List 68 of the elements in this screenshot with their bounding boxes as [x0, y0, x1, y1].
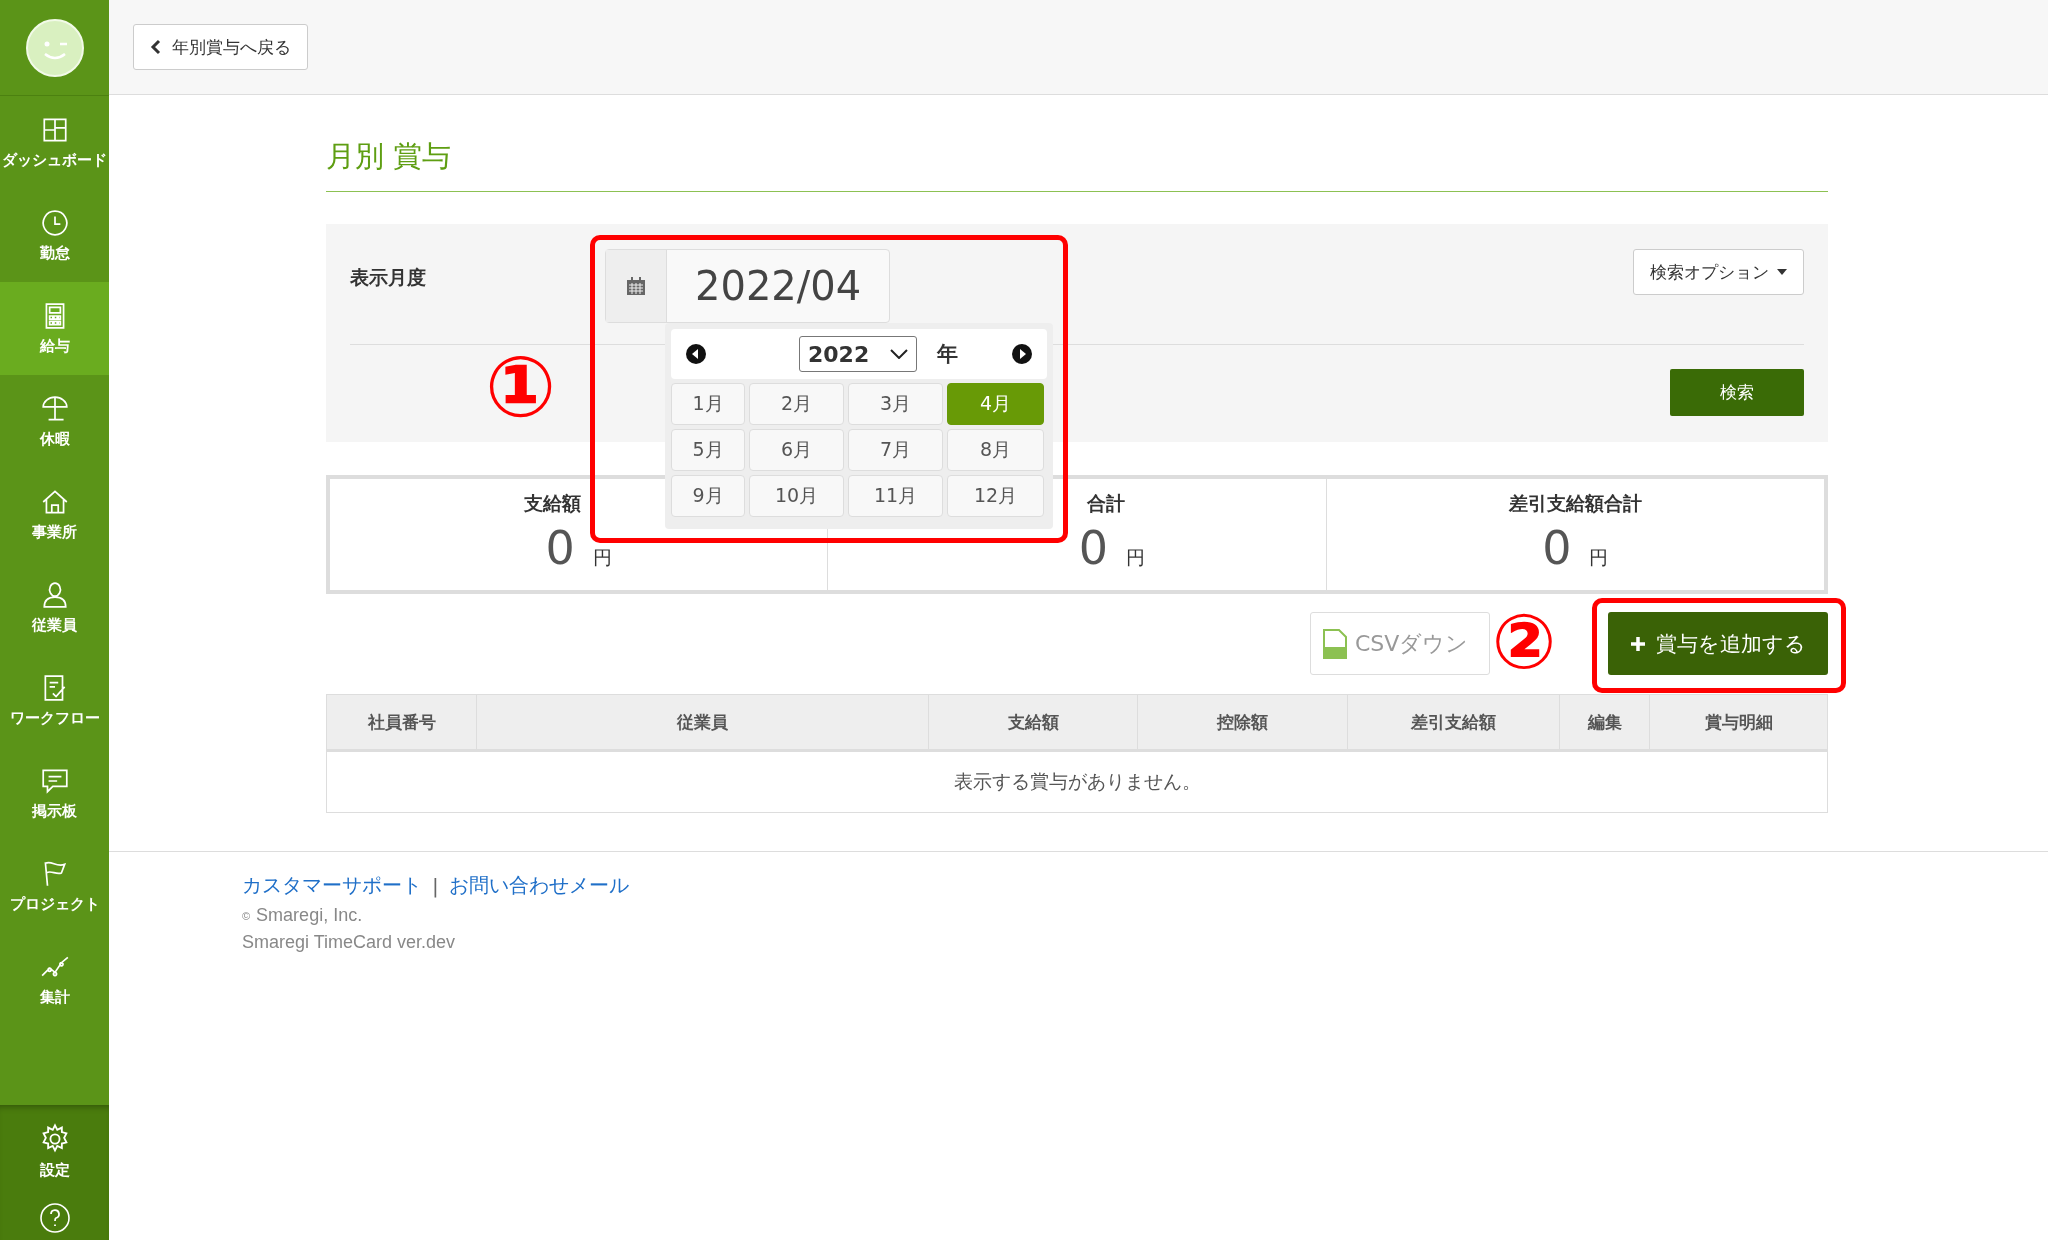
nav-item[interactable]: 従業員 — [0, 561, 109, 654]
copyright-mark: © — [242, 910, 251, 923]
summary-label: 差引支給額合計 — [1508, 491, 1642, 516]
month-option[interactable]: 7月 — [848, 429, 943, 471]
empty-message: 表示する賞与がありません。 — [953, 769, 1201, 794]
contact-link[interactable]: お問い合わせメール — [448, 872, 629, 899]
column-header: 控除額 — [1138, 695, 1348, 749]
version-text: Smaregi TimeCard ver.dev — [242, 932, 457, 953]
nav-item[interactable]: 設定 — [38, 1105, 71, 1198]
next-icon[interactable] — [1011, 343, 1033, 365]
month-option[interactable]: 6月 — [749, 429, 844, 471]
summary-value: 0 — [1542, 525, 1572, 571]
column-header: 差引支給額 — [1348, 695, 1560, 749]
month-option[interactable]: 12月 — [947, 475, 1044, 517]
avatar-icon[interactable] — [25, 18, 84, 77]
help-icon[interactable] — [38, 1202, 71, 1234]
csv-file-icon — [1323, 628, 1347, 659]
month-option[interactable]: 10月 — [749, 475, 844, 517]
nav-item[interactable]: プロジェクト — [0, 840, 109, 933]
nav-item[interactable]: ダッシュボード — [0, 96, 109, 189]
month-option[interactable]: 8月 — [947, 429, 1044, 471]
add-bonus-button[interactable]: 賞与を追加する — [1608, 612, 1828, 675]
support-link[interactable]: カスタマーサポート — [242, 872, 422, 899]
nav-item[interactable]: 事業所 — [0, 468, 109, 561]
nav-item[interactable]: 集計 — [0, 933, 109, 1026]
summary-label: 支給額 — [524, 491, 582, 516]
nav-item[interactable]: ワークフロー — [0, 654, 109, 747]
link-separator: | — [432, 873, 439, 898]
column-header: 賞与明細 — [1703, 710, 1774, 734]
column-header: 支給額 — [929, 695, 1138, 749]
column-header: 従業員 — [477, 695, 929, 749]
nav-icon — [39, 208, 70, 238]
search-button[interactable]: 検索 — [1670, 369, 1804, 416]
filter-label: 表示月度 — [350, 265, 427, 290]
nav-item[interactable]: 勤怠 — [0, 189, 109, 282]
caret-icon — [1777, 269, 1787, 275]
column-header: 編集 — [1560, 695, 1650, 749]
summary-unit: 円 — [1126, 545, 1146, 570]
page-title: 月別 賞与 — [326, 137, 1828, 192]
month-option[interactable]: 9月 — [671, 475, 745, 517]
summary-unit: 円 — [592, 545, 612, 570]
copyright-text: Smaregi, Inc. — [256, 905, 363, 925]
chevron-left-icon — [150, 39, 162, 55]
calendar-icon — [626, 276, 646, 296]
month-option[interactable]: 1月 — [671, 383, 745, 425]
month-option[interactable]: 2月 — [749, 383, 844, 425]
nav-item[interactable]: 掲示板 — [0, 747, 109, 840]
nav-icon — [39, 394, 70, 424]
summary-value: 0 — [1078, 525, 1109, 571]
back-button[interactable]: 年別賞与へ戻る — [133, 24, 308, 70]
nav-icon — [39, 766, 70, 796]
chevron-down-icon — [890, 349, 908, 359]
year-suffix: 年 — [937, 341, 958, 368]
column-header: 社員番号 — [327, 695, 477, 749]
step-number: ② — [1492, 604, 1557, 680]
month-option[interactable]: 3月 — [848, 383, 943, 425]
nav-item[interactable]: 休暇 — [0, 375, 109, 468]
summary-unit: 円 — [1589, 545, 1609, 570]
date-field[interactable]: 2022/04 — [605, 249, 891, 323]
previous-icon[interactable] — [685, 343, 707, 365]
month-option[interactable]: 5月 — [671, 429, 745, 471]
year-select[interactable]: 2022 — [799, 336, 917, 372]
summary-label: 合計 — [1087, 491, 1125, 516]
search-options-dropdown[interactable]: 検索オプション — [1633, 249, 1804, 295]
step-number: ① — [485, 345, 557, 429]
month-option[interactable]: 11月 — [848, 475, 943, 517]
plus-icon — [1630, 635, 1646, 652]
summary-value: 0 — [545, 525, 575, 571]
